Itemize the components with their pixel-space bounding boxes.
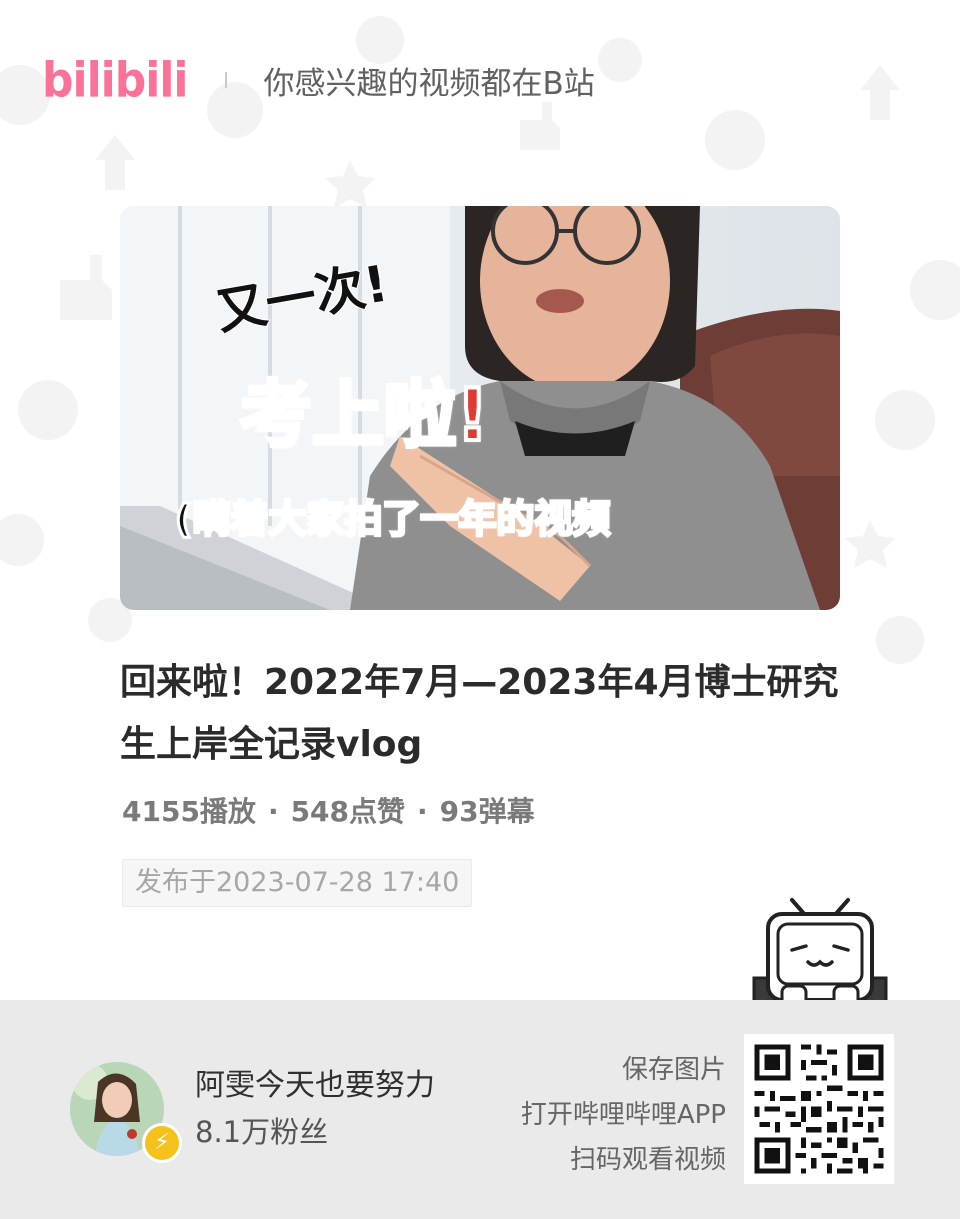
video-stats: 4155播放 · 548点赞 · 93弹幕 [122,790,535,830]
hint-line-2: 打开哔哩哔哩APP [520,1100,726,1130]
header-divider [225,72,228,88]
header: bilibili 你感兴趣的视频都在B站 [42,40,595,120]
stats-separator: · [267,795,279,828]
follower-count: 8.1万粉丝 [195,1115,329,1149]
cover-caption-2: 考上啦! [238,371,491,459]
danmaku-count: 93弹幕 [439,795,535,828]
tv-mascot-icon [752,898,888,1010]
publish-date: 发布于2023-07-28 17:40 [122,859,473,907]
bilibili-logo[interactable]: bilibili [42,52,188,108]
author-name[interactable]: 阿雯今天也要努力 [195,1060,435,1104]
header-slogan: 你感兴趣的视频都在B站 [263,65,595,102]
qr-code-icon[interactable] [744,1034,894,1184]
cover-caption-3: (瞒着大家拍了一年的视频 [173,496,611,543]
share-card: bilibili 你感兴趣的视频都在B站 又一次! 考上啦! (瞒着大家拍了一年… [0,0,960,1219]
hint-line-1: 保存图片 [621,1055,726,1085]
scan-hint: 保存图片 打开哔哩哔哩APP 扫码观看视频 [521,1048,726,1183]
qr-code-image [744,1034,894,1184]
video-title[interactable]: 回来啦！2022年7月—2023年4月博士研究生上岸全记录vlog [120,652,840,776]
lightning-icon: ⚡ [142,1123,182,1163]
like-count: 548点赞 [290,795,406,828]
video-cover[interactable]: 又一次! 考上啦! (瞒着大家拍了一年的视频 [120,206,840,610]
play-count: 4155播放 [122,795,256,828]
hint-line-3: 扫码观看视频 [569,1145,726,1175]
stats-separator: · [417,795,428,828]
